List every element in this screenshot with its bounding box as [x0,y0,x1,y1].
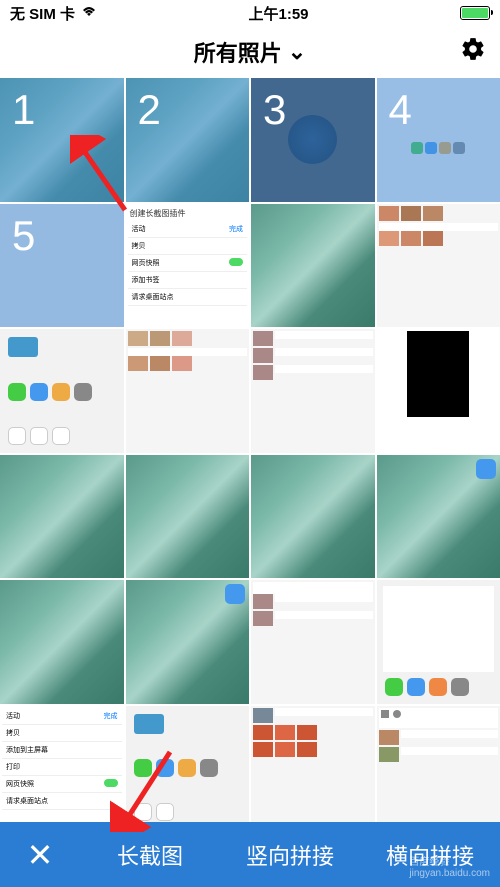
status-right [460,6,490,20]
header-title-text: 所有照片 [194,36,282,68]
photo-thumbnail[interactable] [0,580,124,704]
selection-badge: 2 [126,78,250,202]
photo-grid: 1 2 3 4 5 创建长截图插件 活动完成 拷贝 网页快照 添加书签 请求桌面… [0,78,500,829]
chevron-down-icon: ⌄ [288,39,306,65]
photo-thumbnail[interactable] [377,204,500,328]
wifi-icon [81,5,97,21]
battery-icon [460,6,490,20]
photo-thumbnail[interactable]: 创建长截图插件 活动完成 拷贝 网页快照 添加书签 请求桌面站点 [126,204,250,328]
photo-thumbnail[interactable] [0,455,124,579]
close-button[interactable]: ✕ [0,822,80,887]
photo-thumbnail[interactable] [251,204,375,328]
photo-thumbnail[interactable] [251,580,375,704]
photo-thumbnail[interactable] [251,455,375,579]
selection-badge: 4 [377,78,500,202]
photo-thumbnail[interactable]: 活动完成 拷贝 添加到主屏幕 打印 网页快照 请求桌面站点 [0,706,124,830]
selection-badge: 1 [0,78,124,202]
status-left: 无 SIM 卡 [10,3,97,24]
selection-badge: 3 [251,78,375,202]
photo-thumbnail[interactable] [0,329,124,453]
photo-thumbnail[interactable] [377,329,500,453]
photo-thumbnail[interactable] [126,580,250,704]
selection-badge: 5 [0,204,124,328]
settings-button[interactable] [460,36,486,69]
long-screenshot-button[interactable]: 长截图 [80,822,220,887]
photo-thumbnail[interactable] [377,455,500,579]
photo-thumbnail[interactable] [251,329,375,453]
photo-thumbnail[interactable]: 4 [377,78,500,202]
photo-thumbnail[interactable]: 1 [0,78,124,202]
watermark: 百度经验 jingyan.baidu.com [409,853,490,879]
header: 所有照片 ⌄ [0,26,500,78]
photo-thumbnail[interactable] [126,706,250,830]
status-time: 上午1:59 [248,3,308,24]
photo-thumbnail[interactable]: 3 [251,78,375,202]
carrier-text: 无 SIM 卡 [10,3,75,24]
photo-thumbnail[interactable] [251,706,375,830]
photo-thumbnail[interactable] [377,706,500,830]
photo-thumbnail[interactable] [126,329,250,453]
album-selector[interactable]: 所有照片 ⌄ [194,36,306,68]
photo-thumbnail[interactable]: 2 [126,78,250,202]
photo-thumbnail[interactable] [377,580,500,704]
status-bar: 无 SIM 卡 上午1:59 [0,0,500,26]
photo-thumbnail[interactable] [126,455,250,579]
photo-thumbnail[interactable]: 5 [0,204,124,328]
vertical-stitch-button[interactable]: 竖向拼接 [220,822,360,887]
